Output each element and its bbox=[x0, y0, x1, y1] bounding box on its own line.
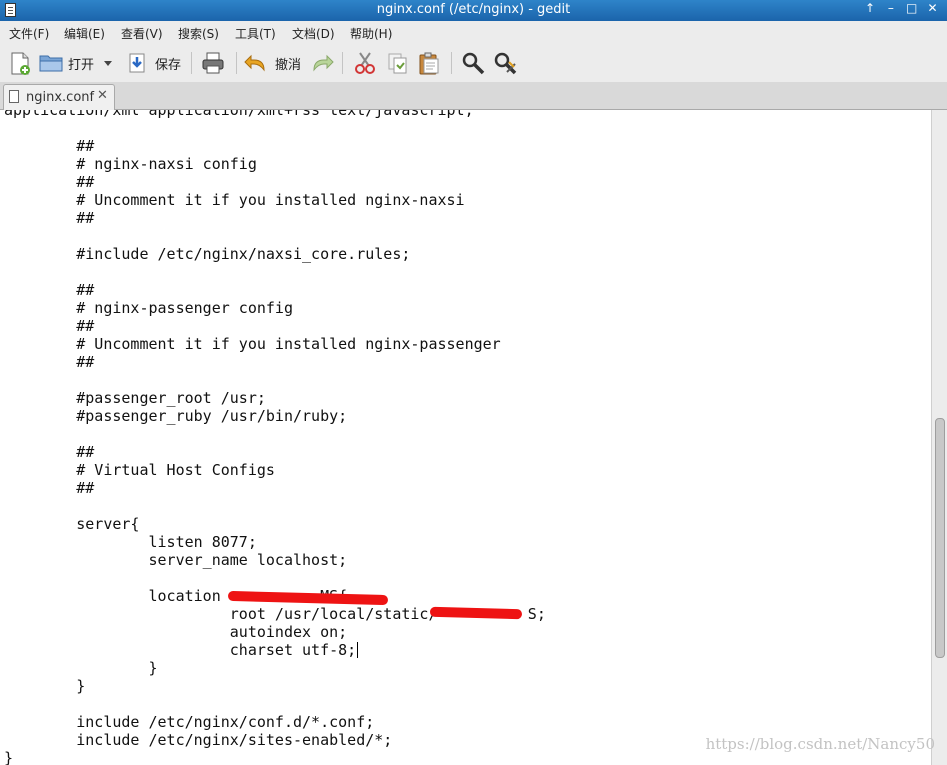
vertical-scrollbar[interactable] bbox=[931, 110, 947, 765]
code-line: ## bbox=[4, 479, 95, 497]
toolbar-separator bbox=[451, 52, 452, 74]
find-replace-icon bbox=[494, 52, 517, 75]
tab-close-icon[interactable]: ✕ bbox=[97, 88, 108, 103]
code-line: ## bbox=[4, 317, 95, 335]
code-line: } bbox=[4, 659, 158, 677]
code-line: include /etc/nginx/sites-enabled/*; bbox=[4, 731, 393, 749]
cut-button[interactable] bbox=[352, 50, 378, 76]
scrollbar-thumb[interactable] bbox=[935, 418, 945, 658]
tab-nginx-conf[interactable]: nginx.conf ✕ bbox=[3, 84, 115, 110]
window-title: nginx.conf (/etc/nginx) - gedit bbox=[376, 2, 571, 17]
text-editor[interactable]: application/xml application/xml+rss text… bbox=[0, 110, 931, 765]
code-line: #passenger_ruby /usr/bin/ruby; bbox=[4, 407, 348, 425]
toolbar-separator bbox=[236, 52, 237, 74]
code-line: } bbox=[4, 677, 86, 695]
maximize-button[interactable]: □ bbox=[903, 1, 920, 15]
code-line: charset utf-8; bbox=[4, 641, 359, 659]
save-button[interactable]: 保存 bbox=[126, 50, 184, 76]
new-document-icon bbox=[11, 52, 30, 75]
toolbar-separator bbox=[342, 52, 343, 74]
open-dropdown-button[interactable] bbox=[101, 50, 115, 76]
code-line: ## bbox=[4, 443, 95, 461]
tab-title: nginx.conf bbox=[26, 90, 95, 105]
copy-button[interactable] bbox=[385, 50, 411, 76]
title-bar: nginx.conf (/etc/nginx) - gedit ↑ – □ ✕ bbox=[0, 0, 947, 21]
text-cursor bbox=[357, 642, 359, 658]
dropdown-arrow-icon bbox=[104, 61, 112, 66]
scissors-icon bbox=[355, 52, 375, 74]
redo-icon bbox=[313, 54, 334, 72]
code-line: # Uncomment it if you installed nginx-pa… bbox=[4, 335, 501, 353]
menu-help[interactable]: 帮助(H) bbox=[350, 25, 392, 42]
undo-icon bbox=[244, 54, 265, 72]
window-controls: ↑ – □ ✕ bbox=[862, 1, 941, 15]
code-line: ## bbox=[4, 353, 95, 371]
document-tab-strip: nginx.conf ✕ bbox=[0, 82, 947, 110]
close-button[interactable]: ✕ bbox=[924, 1, 941, 15]
code-line: ## bbox=[4, 209, 95, 227]
copy-icon bbox=[388, 53, 407, 74]
code-line: ## bbox=[4, 281, 95, 299]
menu-file[interactable]: 文件(F) bbox=[9, 25, 49, 42]
undo-label: 撤消 bbox=[275, 58, 302, 73]
code-line: # Virtual Host Configs bbox=[4, 461, 275, 479]
minimize-button[interactable]: – bbox=[882, 1, 899, 15]
menu-bar: 文件(F) 编辑(E) 查看(V) 搜索(S) 工具(T) 文档(D) 帮助(H… bbox=[0, 21, 947, 43]
code-line: } bbox=[4, 749, 14, 765]
code-line: # Uncomment it if you installed nginx-na… bbox=[4, 191, 465, 209]
code-line: server_name localhost; bbox=[4, 551, 348, 569]
menu-search[interactable]: 搜索(S) bbox=[178, 25, 219, 42]
menu-tools[interactable]: 工具(T) bbox=[235, 25, 276, 42]
code-line: autoindex on; bbox=[4, 623, 348, 641]
new-document-button[interactable] bbox=[7, 50, 33, 76]
code-line: include /etc/nginx/conf.d/*.conf; bbox=[4, 713, 375, 731]
menu-edit[interactable]: 编辑(E) bbox=[64, 25, 105, 42]
code-line: ## bbox=[4, 173, 95, 191]
document-icon bbox=[9, 90, 19, 103]
menu-view[interactable]: 查看(V) bbox=[121, 25, 163, 42]
save-icon bbox=[129, 53, 145, 73]
redo-button[interactable] bbox=[308, 50, 334, 76]
toolbar: 打开 保存 撤消 bbox=[0, 43, 947, 82]
open-button[interactable]: 打开 bbox=[38, 50, 96, 76]
folder-icon bbox=[39, 55, 63, 72]
replace-button[interactable] bbox=[492, 50, 518, 76]
code-line: # nginx-naxsi config bbox=[4, 155, 257, 173]
toolbar-separator bbox=[191, 52, 192, 74]
save-label: 保存 bbox=[155, 58, 182, 73]
magnifier-icon bbox=[462, 52, 485, 75]
find-button[interactable] bbox=[460, 50, 486, 76]
menu-documents[interactable]: 文档(D) bbox=[292, 25, 335, 42]
clipboard-icon bbox=[419, 52, 439, 75]
code-line: #include /etc/nginx/naxsi_core.rules; bbox=[4, 245, 411, 263]
code-line: #passenger_root /usr; bbox=[4, 389, 266, 407]
undo-button[interactable]: 撤消 bbox=[244, 50, 302, 76]
code-line: server{ bbox=[4, 515, 140, 533]
open-label: 打开 bbox=[68, 58, 95, 73]
print-button[interactable] bbox=[199, 50, 227, 76]
code-line: # nginx-passenger config bbox=[4, 299, 293, 317]
code-line: listen 8077; bbox=[4, 533, 257, 551]
code-line: ## bbox=[4, 137, 95, 155]
code-content: application/xml application/xml+rss text… bbox=[4, 110, 546, 765]
window-up-icon[interactable]: ↑ bbox=[862, 1, 879, 15]
printer-icon bbox=[202, 52, 224, 74]
paste-button[interactable] bbox=[416, 50, 442, 76]
code-line: application/xml application/xml+rss text… bbox=[4, 110, 474, 119]
